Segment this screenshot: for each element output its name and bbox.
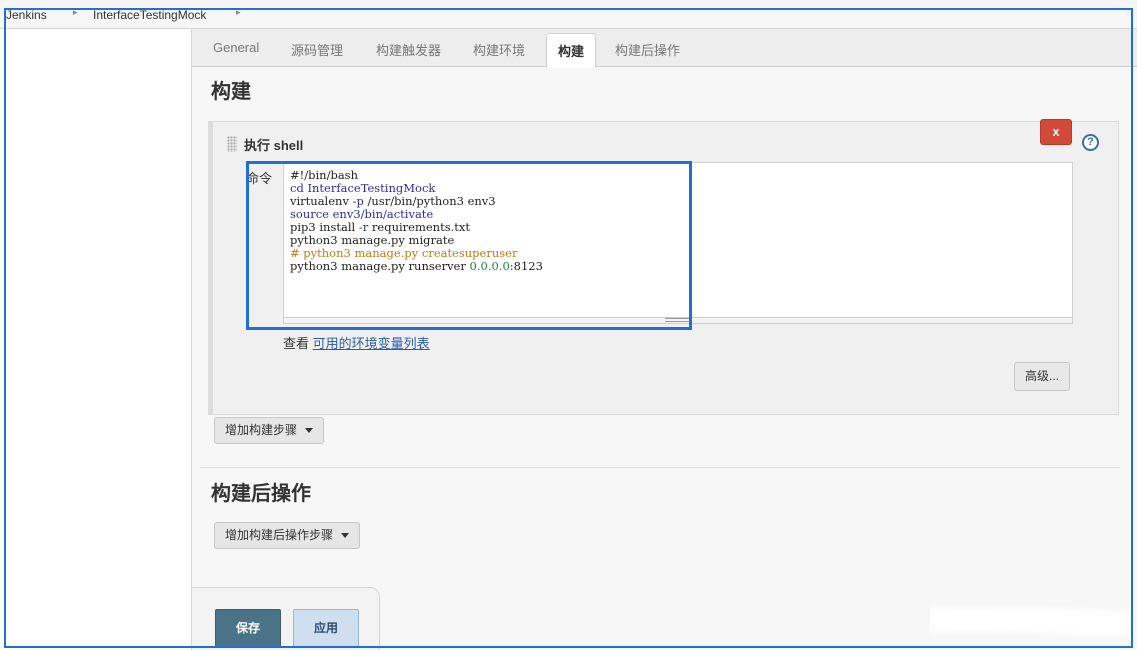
tab-scm[interactable]: 源码管理	[291, 40, 343, 59]
post-build-section-title: 构建后操作	[211, 483, 311, 505]
apply-button[interactable]: 应用	[293, 609, 359, 647]
code-line: python3 manage.py migrate	[290, 233, 455, 247]
drag-handle-icon[interactable]	[227, 136, 237, 152]
add-post-build-step-button[interactable]: 增加构建后操作步骤	[214, 522, 361, 549]
breadcrumb-chevron-icon[interactable]: ▸	[236, 8, 241, 18]
code-line: python3 manage.py runserver 0.0.0.0:8123	[290, 259, 543, 273]
command-code[interactable]: #!/bin/bash cd InterfaceTestingMock virt…	[290, 169, 543, 273]
code-line: #!/bin/bash	[290, 168, 358, 182]
config-tabs: General 源码管理 构建触发器 构建环境 构建 构建后操作	[192, 29, 1137, 68]
code-line-comment: # python3 manage.py createsuperuser	[290, 246, 518, 260]
breadcrumb-job[interactable]: InterfaceTestingMock	[93, 8, 206, 22]
build-step-title: 执行 shell	[244, 138, 304, 153]
breadcrumb: Jenkins ▸ InterfaceTestingMock ▸	[0, 0, 1137, 29]
save-bar: 保存 应用	[192, 587, 380, 650]
editor-resize-bar[interactable]	[284, 317, 1072, 323]
advanced-button[interactable]: 高级...	[1014, 362, 1070, 391]
tab-general[interactable]: General	[213, 40, 259, 55]
env-vars-line: 查看 可用的环境变量列表	[283, 333, 430, 352]
env-vars-prefix: 查看	[283, 336, 310, 351]
add-build-step-label: 增加构建步骤	[225, 423, 298, 437]
code-line: virtualenv -p /usr/bin/python3 env3	[290, 194, 496, 208]
caret-down-icon	[305, 428, 314, 434]
env-vars-link[interactable]: 可用的环境变量列表	[313, 336, 430, 351]
breadcrumb-chevron-icon[interactable]: ▸	[73, 8, 78, 18]
add-build-step-button[interactable]: 增加构建步骤	[214, 417, 325, 444]
command-editor[interactable]: #!/bin/bash cd InterfaceTestingMock virt…	[283, 162, 1073, 324]
resize-grip-icon[interactable]	[665, 318, 691, 322]
build-section-title: 构建	[211, 81, 251, 103]
breadcrumb-jenkins[interactable]: Jenkins	[6, 8, 47, 22]
save-button[interactable]: 保存	[215, 609, 281, 647]
code-line: source env3/bin/activate	[290, 207, 434, 221]
config-main: General 源码管理 构建触发器 构建环境 构建 构建后操作 构建 执行 s…	[192, 29, 1137, 650]
tab-build-environment[interactable]: 构建环境	[473, 40, 525, 59]
build-step-panel: 执行 shell x ? 命令 #!/bin/bash cd Interface…	[208, 119, 1119, 415]
caret-down-icon	[341, 533, 350, 539]
add-post-build-step-label: 增加构建后操作步骤	[225, 528, 334, 542]
delete-step-button[interactable]: x	[1040, 119, 1072, 145]
tab-build-triggers[interactable]: 构建触发器	[376, 40, 441, 59]
tab-build[interactable]: 构建	[546, 33, 597, 68]
code-line: pip3 install -r requirements.txt	[290, 220, 470, 234]
section-divider	[200, 467, 1120, 468]
help-icon[interactable]: ?	[1082, 134, 1099, 151]
code-line: cd InterfaceTestingMock	[290, 181, 436, 195]
command-label: 命令	[246, 172, 273, 187]
tab-post-build[interactable]: 构建后操作	[615, 40, 680, 59]
sidebar	[0, 29, 192, 650]
